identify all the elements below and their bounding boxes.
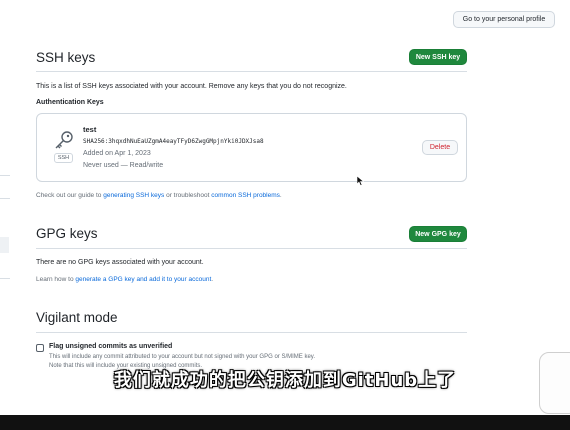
flag-unsigned-label: Flag unsigned commits as unverified — [49, 343, 173, 350]
sidebar-divider — [0, 278, 10, 279]
section-divider — [36, 248, 467, 249]
gpg-empty-message: There are no GPG keys associated with yo… — [36, 259, 204, 266]
guide-text: or troubleshoot — [164, 192, 212, 199]
guide-text: Check out our guide to — [36, 192, 104, 199]
generate-gpg-key-link[interactable]: generate a GPG key and add it to your ac… — [75, 276, 211, 283]
new-ssh-key-button[interactable]: New SSH key — [409, 49, 467, 65]
section-divider — [36, 332, 467, 333]
gpg-learn: Learn how to generate a GPG key and add … — [36, 276, 213, 283]
common-ssh-problems-link[interactable]: common SSH problems — [211, 192, 280, 199]
learn-text: Learn how to — [36, 276, 76, 283]
key-icon — [53, 130, 75, 152]
ssh-guide: Check out our guide to generating SSH ke… — [36, 192, 282, 199]
mouse-cursor-icon — [356, 173, 365, 191]
generating-ssh-keys-link[interactable]: generating SSH keys — [103, 192, 164, 199]
key-added-date: Added on Apr 1, 2023 — [83, 150, 151, 157]
key-fingerprint: SHA256:3hqxdhNuEaUZgmA4eayTFyD6ZwgGMpjnY… — [83, 138, 264, 145]
sidebar-divider — [0, 175, 10, 176]
delete-key-button[interactable]: Delete — [422, 140, 458, 155]
gpg-keys-title: GPG keys — [36, 226, 98, 241]
sidebar-divider — [0, 198, 10, 199]
vigilant-help-1: This will include any commit attributed … — [49, 354, 316, 360]
ssh-badge: SSH — [54, 153, 73, 163]
learn-text: . — [211, 276, 214, 283]
key-name: test — [83, 125, 97, 134]
flag-unsigned-checkbox[interactable] — [36, 344, 44, 352]
sidebar-edge — [0, 32, 12, 420]
key-usage: Never used — Read/write — [83, 162, 164, 169]
auth-keys-heading: Authentication Keys — [36, 99, 104, 106]
ssh-description: This is a list of SSH keys associated wi… — [36, 83, 347, 90]
vigilant-mode-title: Vigilant mode — [36, 310, 118, 325]
guide-text: . — [279, 192, 282, 199]
video-subtitle: 我们就成功的把公钥添加到GitHub上了 — [113, 370, 457, 391]
ssh-keys-title: SSH keys — [36, 50, 96, 65]
go-to-profile-button[interactable]: Go to your personal profile — [453, 11, 555, 28]
ssh-key-card: SSH test SHA256:3hqxdhNuEaUZgmA4eayTFyD6… — [36, 113, 467, 182]
section-divider — [36, 71, 467, 72]
video-bottom-bar — [0, 415, 570, 430]
new-gpg-key-button[interactable]: New GPG key — [409, 226, 467, 242]
sidebar-highlight — [0, 237, 9, 253]
